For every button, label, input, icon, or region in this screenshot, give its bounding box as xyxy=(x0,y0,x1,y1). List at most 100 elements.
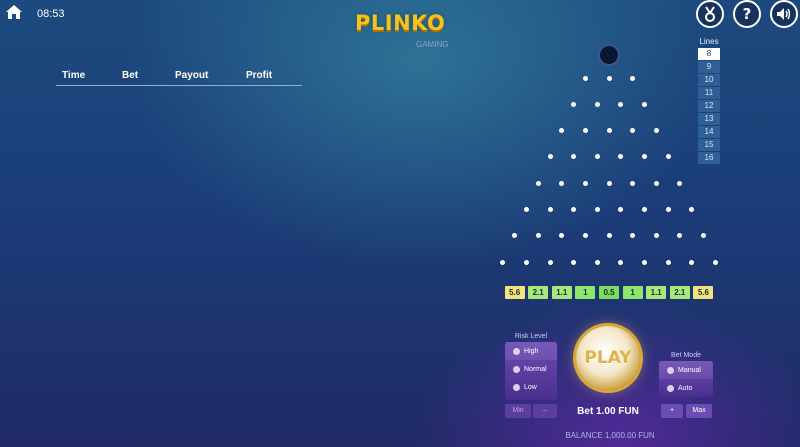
peg xyxy=(594,154,600,160)
peg xyxy=(535,180,541,186)
peg xyxy=(653,128,659,134)
logo-subtitle: GAMING xyxy=(416,40,449,49)
sound-icon xyxy=(777,8,791,20)
auto-icon xyxy=(667,384,674,392)
home-button[interactable] xyxy=(2,0,26,24)
peg xyxy=(618,101,624,107)
history-col-time: Time xyxy=(62,70,86,81)
peg xyxy=(630,180,636,186)
multiplier-slot: 0.5 xyxy=(599,286,619,299)
bet-history-table: Time Bet Payout Profit xyxy=(56,70,302,86)
multiplier-slot: 2.1 xyxy=(669,286,690,299)
history-col-payout: Payout xyxy=(175,70,209,81)
history-col-bet: Bet xyxy=(122,70,139,81)
medal-icon xyxy=(705,6,715,22)
lines-option-11[interactable]: 11 xyxy=(698,87,720,99)
multiplier-slot: 2.1 xyxy=(528,286,549,299)
lines-option-16[interactable]: 16 xyxy=(698,152,720,164)
peg xyxy=(547,259,553,265)
peg xyxy=(582,180,588,186)
history-header: Time Bet Payout Profit xyxy=(56,70,302,86)
peg xyxy=(512,233,518,239)
peg xyxy=(677,180,683,186)
bet-mode-title: Bet Mode xyxy=(671,352,701,359)
multiplier-slot: 5.6 xyxy=(504,286,525,299)
peg xyxy=(700,233,706,239)
lines-option-15[interactable]: 15 xyxy=(698,139,720,151)
risk-high-option[interactable]: High xyxy=(505,342,557,360)
max-bet-button[interactable]: Max xyxy=(686,404,712,418)
peg xyxy=(641,207,647,212)
peg xyxy=(523,259,529,265)
lines-option-12[interactable]: 12 xyxy=(698,100,720,112)
lines-option-8[interactable]: 8 xyxy=(698,48,720,60)
peg xyxy=(559,128,565,134)
peg xyxy=(630,233,636,239)
peg xyxy=(641,154,647,160)
peg xyxy=(571,101,577,107)
increase-bet-button[interactable]: + xyxy=(661,404,683,418)
multiplier-slot: 1 xyxy=(622,286,643,299)
peg xyxy=(594,259,600,265)
bet-mode-auto-option[interactable]: Auto xyxy=(659,379,713,397)
peg xyxy=(712,259,718,265)
peg xyxy=(594,207,600,212)
peg xyxy=(582,128,588,134)
peg xyxy=(665,207,671,212)
peg xyxy=(606,75,612,81)
multiplier-slot: 1 xyxy=(575,286,596,299)
peg xyxy=(559,233,565,239)
peg xyxy=(689,259,695,265)
peg xyxy=(618,207,624,212)
peg xyxy=(677,233,683,239)
peg xyxy=(547,207,553,212)
lines-option-14[interactable]: 14 xyxy=(698,126,720,138)
risk-normal-option[interactable]: Normal xyxy=(505,360,557,378)
peg xyxy=(641,259,647,265)
multiplier-slot: 1.1 xyxy=(551,286,572,299)
medal-button[interactable] xyxy=(696,0,724,28)
peg xyxy=(500,259,506,265)
normal-risk-icon xyxy=(513,365,520,373)
decrease-bet-button[interactable]: – xyxy=(533,404,557,418)
peg xyxy=(559,180,565,186)
peg xyxy=(641,101,647,107)
risk-normal-label: Normal xyxy=(524,365,547,373)
balance: BALANCE 1,000.00 FUN xyxy=(565,431,655,440)
bet-mode-manual-option[interactable]: Manual xyxy=(659,361,713,379)
sound-button[interactable] xyxy=(770,0,798,28)
manual-icon xyxy=(667,366,674,374)
min-bet-button[interactable]: Min xyxy=(505,404,531,418)
multiplier-slot: 5.6 xyxy=(693,286,714,299)
lines-selector: Lines 8 9 10 11 12 13 14 15 16 xyxy=(698,37,720,164)
peg xyxy=(594,101,600,107)
peg xyxy=(547,154,553,160)
risk-low-label: Low xyxy=(524,383,537,391)
bet-amount: Bet 1.00 FUN xyxy=(577,406,639,417)
peg xyxy=(665,259,671,265)
play-label: PLAY xyxy=(584,348,632,368)
lines-option-10[interactable]: 10 xyxy=(698,74,720,86)
peg xyxy=(523,207,529,212)
peg xyxy=(630,75,636,81)
peg xyxy=(571,207,577,212)
lines-option-9[interactable]: 9 xyxy=(698,61,720,73)
risk-low-option[interactable]: Low xyxy=(505,378,557,396)
peg xyxy=(689,207,695,212)
peg xyxy=(571,259,577,265)
help-button[interactable]: ? xyxy=(733,0,761,28)
lines-title: Lines xyxy=(699,37,719,46)
peg xyxy=(618,154,624,160)
play-button[interactable]: PLAY xyxy=(576,326,640,390)
history-col-profit: Profit xyxy=(246,70,273,81)
multiplier-slot: 1.1 xyxy=(646,286,667,299)
peg xyxy=(630,128,636,134)
risk-high-label: High xyxy=(524,347,539,355)
peg xyxy=(535,233,541,239)
help-icon: ? xyxy=(742,5,752,23)
bet-mode-manual-label: Manual xyxy=(678,366,701,374)
lines-option-13[interactable]: 13 xyxy=(698,113,720,125)
risk-level-title: Risk Level xyxy=(514,333,548,340)
peg xyxy=(606,233,612,239)
ball-drop-hole xyxy=(598,44,620,66)
